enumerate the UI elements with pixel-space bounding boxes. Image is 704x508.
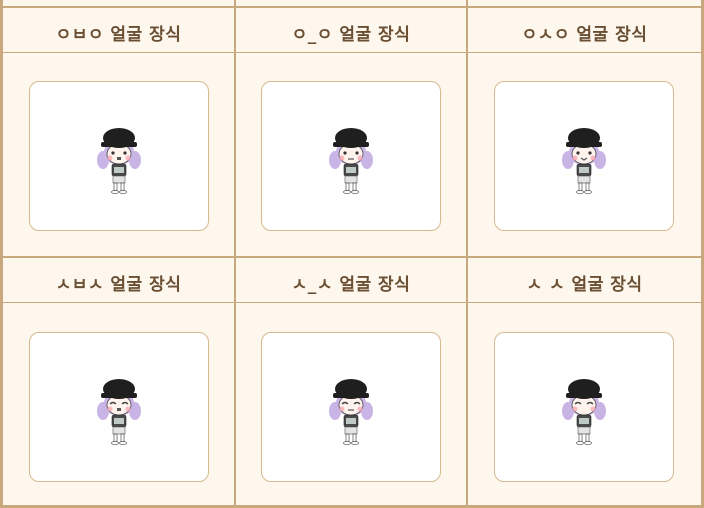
face-item-title: ㅅㅂㅅ 얼굴 장식 bbox=[55, 274, 182, 295]
preview-frame bbox=[494, 81, 674, 231]
face-item-card[interactable]: ㅅ ㅅ 얼굴 장식 bbox=[468, 258, 701, 505]
face-accessory-grid: ㅇㅂㅇ 얼굴 장식 ㅇ_ㅇ 얼굴 장식 ㅇㅅㅇ 얼굴 장식 ㅅㅂㅅ 얼굴 장식 … bbox=[0, 0, 704, 508]
face-item-title: ㅇㅅㅇ 얼굴 장식 bbox=[521, 24, 648, 45]
face-item-card[interactable]: ㅇㅅㅇ 얼굴 장식 bbox=[468, 8, 701, 256]
character-avatar-icon bbox=[97, 379, 141, 445]
face-item-title: ㅇ_ㅇ 얼굴 장식 bbox=[291, 24, 411, 45]
preview-frame bbox=[29, 81, 209, 231]
character-avatar-icon bbox=[97, 128, 141, 194]
face-item-card[interactable]: ㅇㅂㅇ 얼굴 장식 bbox=[3, 8, 234, 256]
face-item-title: ㅅ_ㅅ 얼굴 장식 bbox=[291, 274, 411, 295]
preview-frame bbox=[261, 81, 441, 231]
character-avatar-icon bbox=[329, 128, 373, 194]
character-avatar-icon bbox=[562, 128, 606, 194]
face-item-card[interactable]: ㅅ_ㅅ 얼굴 장식 bbox=[236, 258, 466, 505]
preview-frame bbox=[29, 332, 209, 482]
preview-frame bbox=[261, 332, 441, 482]
preview-frame bbox=[494, 332, 674, 482]
character-avatar-icon bbox=[562, 379, 606, 445]
face-item-card[interactable]: ㅇ_ㅇ 얼굴 장식 bbox=[236, 8, 466, 256]
character-avatar-icon bbox=[329, 379, 373, 445]
face-item-title: ㅅ ㅅ 얼굴 장식 bbox=[526, 274, 643, 295]
face-item-card[interactable]: ㅅㅂㅅ 얼굴 장식 bbox=[3, 258, 234, 505]
face-item-title: ㅇㅂㅇ 얼굴 장식 bbox=[55, 24, 182, 45]
